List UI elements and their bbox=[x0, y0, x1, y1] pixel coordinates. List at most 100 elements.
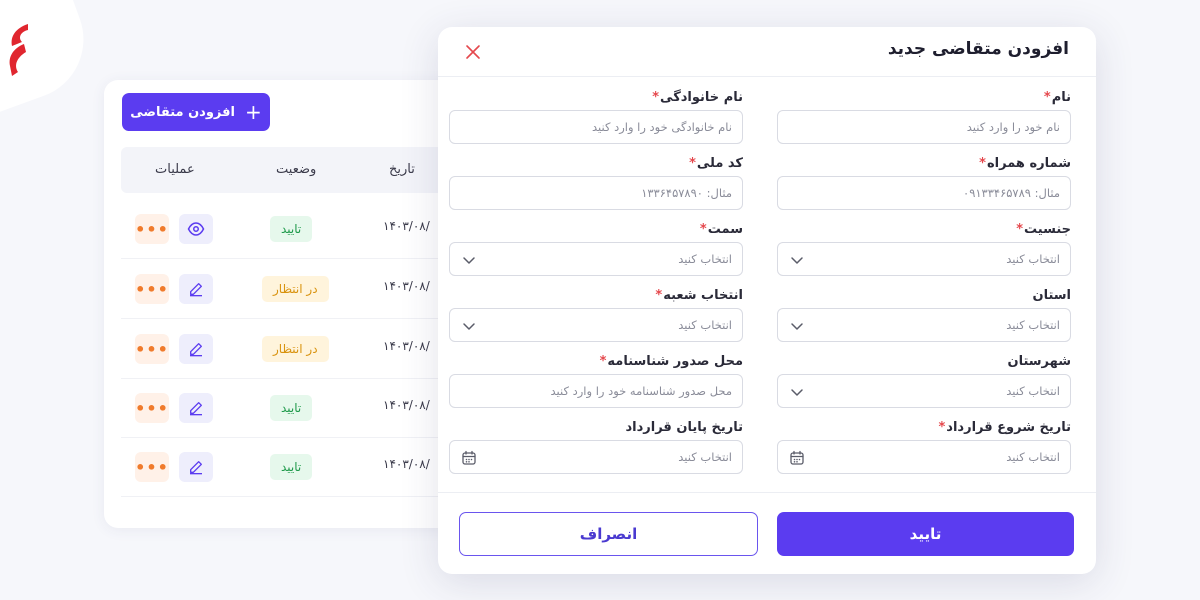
view-button[interactable] bbox=[179, 214, 213, 244]
modal-footer: تایید انصراف bbox=[438, 492, 1096, 574]
contract-end-datepicker[interactable]: انتخاب کنید bbox=[449, 440, 743, 474]
branch-select[interactable]: انتخاب کنید bbox=[449, 308, 743, 342]
table-row: ••• در انتظار ۱۴۰۳/۰۸/ bbox=[121, 320, 484, 379]
edit-button[interactable] bbox=[179, 393, 213, 423]
edit-button[interactable] bbox=[179, 334, 213, 364]
city-select[interactable]: انتخاب کنید bbox=[777, 374, 1071, 408]
first-name-input[interactable]: نام خود را وارد کنید bbox=[777, 110, 1071, 144]
contract-end-label: تاریخ پایان قرارداد bbox=[625, 420, 743, 435]
position-label: سمت bbox=[707, 222, 743, 237]
position-select[interactable]: انتخاب کنید bbox=[449, 242, 743, 276]
contract-start-field: تاریخ شروع قرارداد* انتخاب کنید bbox=[777, 417, 1071, 474]
edit-icon bbox=[190, 402, 202, 416]
id-issue-place-label: محل صدور شناسنامه bbox=[607, 354, 743, 369]
required-mark: * bbox=[1043, 90, 1051, 105]
applicants-table-card: + افزودن متقاضی عملیات وضعیت تاریخ ••• ت… bbox=[104, 80, 484, 528]
required-mark: * bbox=[655, 288, 663, 303]
edit-icon bbox=[190, 461, 202, 475]
date-cell: ۱۴۰۳/۰۸/ bbox=[383, 279, 430, 293]
first-name-field: نام* نام خود را وارد کنید bbox=[777, 87, 1071, 144]
city-placeholder: انتخاب کنید bbox=[1006, 384, 1060, 398]
mobile-placeholder: مثال: ۰۹۱۳۳۴۶۵۷۸۹ bbox=[963, 186, 1060, 200]
confirm-button[interactable]: تایید bbox=[777, 512, 1074, 556]
status-badge: تایید bbox=[270, 454, 313, 480]
edit-button[interactable] bbox=[179, 452, 213, 482]
national-code-field: کد ملی* مثال: ۱۳۳۶۴۵۷۸۹۰ bbox=[449, 153, 743, 210]
more-icon: ••• bbox=[135, 219, 169, 239]
add-applicant-modal: افزودن متقاضی جدید نام* نام خود را وارد … bbox=[438, 27, 1096, 574]
plus-icon: + bbox=[245, 100, 262, 124]
branch-field: انتخاب شعبه* انتخاب کنید bbox=[449, 285, 743, 342]
more-icon: ••• bbox=[135, 457, 169, 477]
more-options-button[interactable]: ••• bbox=[135, 214, 169, 244]
first-name-placeholder: نام خود را وارد کنید bbox=[966, 120, 1060, 134]
table-header: عملیات وضعیت تاریخ bbox=[121, 147, 484, 193]
modal-title: افزودن متقاضی جدید bbox=[887, 39, 1069, 59]
gender-field: جنسیت* انتخاب کنید bbox=[777, 219, 1071, 276]
column-header-operations: عملیات bbox=[155, 162, 195, 177]
chevron-down-icon bbox=[791, 389, 803, 396]
close-icon[interactable] bbox=[463, 42, 483, 62]
cancel-button[interactable]: انصراف bbox=[459, 512, 758, 556]
date-cell: ۱۴۰۳/۰۸/ bbox=[383, 219, 430, 233]
required-mark: * bbox=[652, 90, 660, 105]
required-mark: * bbox=[699, 222, 707, 237]
status-badge: در انتظار bbox=[262, 336, 329, 362]
province-select[interactable]: انتخاب کنید bbox=[777, 308, 1071, 342]
date-cell: ۱۴۰۳/۰۸/ bbox=[383, 398, 430, 412]
chevron-down-icon bbox=[791, 323, 803, 330]
more-options-button[interactable]: ••• bbox=[135, 393, 169, 423]
calendar-icon bbox=[790, 450, 804, 465]
branch-label: انتخاب شعبه bbox=[663, 288, 743, 303]
more-icon: ••• bbox=[135, 339, 169, 359]
contract-start-label: تاریخ شروع قرارداد bbox=[946, 420, 1071, 435]
position-field: سمت* انتخاب کنید bbox=[449, 219, 743, 276]
national-code-input[interactable]: مثال: ۱۳۳۶۴۵۷۸۹۰ bbox=[449, 176, 743, 210]
column-header-status: وضعیت bbox=[276, 162, 317, 177]
more-options-button[interactable]: ••• bbox=[135, 274, 169, 304]
national-code-label: کد ملی bbox=[696, 156, 743, 171]
gender-select[interactable]: انتخاب کنید bbox=[777, 242, 1071, 276]
add-applicant-button[interactable]: + افزودن متقاضی bbox=[122, 93, 270, 131]
national-code-placeholder: مثال: ۱۳۳۶۴۵۷۸۹۰ bbox=[641, 186, 732, 200]
chevron-down-icon bbox=[463, 257, 475, 264]
eye-icon bbox=[187, 222, 205, 236]
province-placeholder: انتخاب کنید bbox=[1006, 318, 1060, 332]
modal-header: افزودن متقاضی جدید bbox=[438, 27, 1096, 77]
edit-icon bbox=[190, 283, 202, 297]
city-field: شهرستان انتخاب کنید bbox=[777, 351, 1071, 408]
more-icon: ••• bbox=[135, 398, 169, 418]
required-mark: * bbox=[689, 156, 696, 171]
last-name-field: نام خانوادگی* نام خانوادگی خود را وارد ک… bbox=[449, 87, 743, 144]
status-badge: تایید bbox=[270, 216, 313, 242]
date-cell: ۱۴۰۳/۰۸/ bbox=[383, 457, 430, 471]
id-issue-place-placeholder: محل صدور شناسنامه خود را وارد کنید bbox=[550, 384, 732, 398]
province-label: استان bbox=[1032, 288, 1071, 303]
edit-icon bbox=[190, 343, 202, 357]
edit-button[interactable] bbox=[179, 274, 213, 304]
add-applicant-label: افزودن متقاضی bbox=[130, 104, 235, 120]
table-row: ••• تایید ۱۴۰۳/۰۸/ bbox=[121, 379, 484, 438]
last-name-label: نام خانوادگی bbox=[660, 90, 743, 105]
more-options-button[interactable]: ••• bbox=[135, 452, 169, 482]
table-row: ••• تایید ۱۴۰۳/۰۸/ bbox=[121, 438, 484, 497]
contract-end-placeholder: انتخاب کنید bbox=[678, 450, 732, 464]
province-field: استان انتخاب کنید bbox=[777, 285, 1071, 342]
last-name-input[interactable]: نام خانوادگی خود را وارد کنید bbox=[449, 110, 743, 144]
last-name-placeholder: نام خانوادگی خود را وارد کنید bbox=[591, 120, 732, 134]
mobile-label: شماره همراه bbox=[986, 156, 1071, 171]
more-options-button[interactable]: ••• bbox=[135, 334, 169, 364]
mobile-input[interactable]: مثال: ۰۹۱۳۳۴۶۵۷۸۹ bbox=[777, 176, 1071, 210]
table-row: ••• تایید ۱۴۰۳/۰۸/ bbox=[121, 200, 484, 259]
city-label: شهرستان bbox=[1007, 354, 1071, 369]
chevron-down-icon bbox=[791, 257, 803, 264]
branch-placeholder: انتخاب کنید bbox=[678, 318, 732, 332]
gender-label: جنسیت bbox=[1024, 222, 1071, 237]
calendar-icon bbox=[462, 450, 476, 465]
first-name-label: نام bbox=[1051, 90, 1071, 105]
date-cell: ۱۴۰۳/۰۸/ bbox=[383, 339, 430, 353]
contract-start-datepicker[interactable]: انتخاب کنید bbox=[777, 440, 1071, 474]
id-issue-place-input[interactable]: محل صدور شناسنامه خود را وارد کنید bbox=[449, 374, 743, 408]
contract-start-placeholder: انتخاب کنید bbox=[1006, 450, 1060, 464]
status-badge: تایید bbox=[270, 395, 313, 421]
